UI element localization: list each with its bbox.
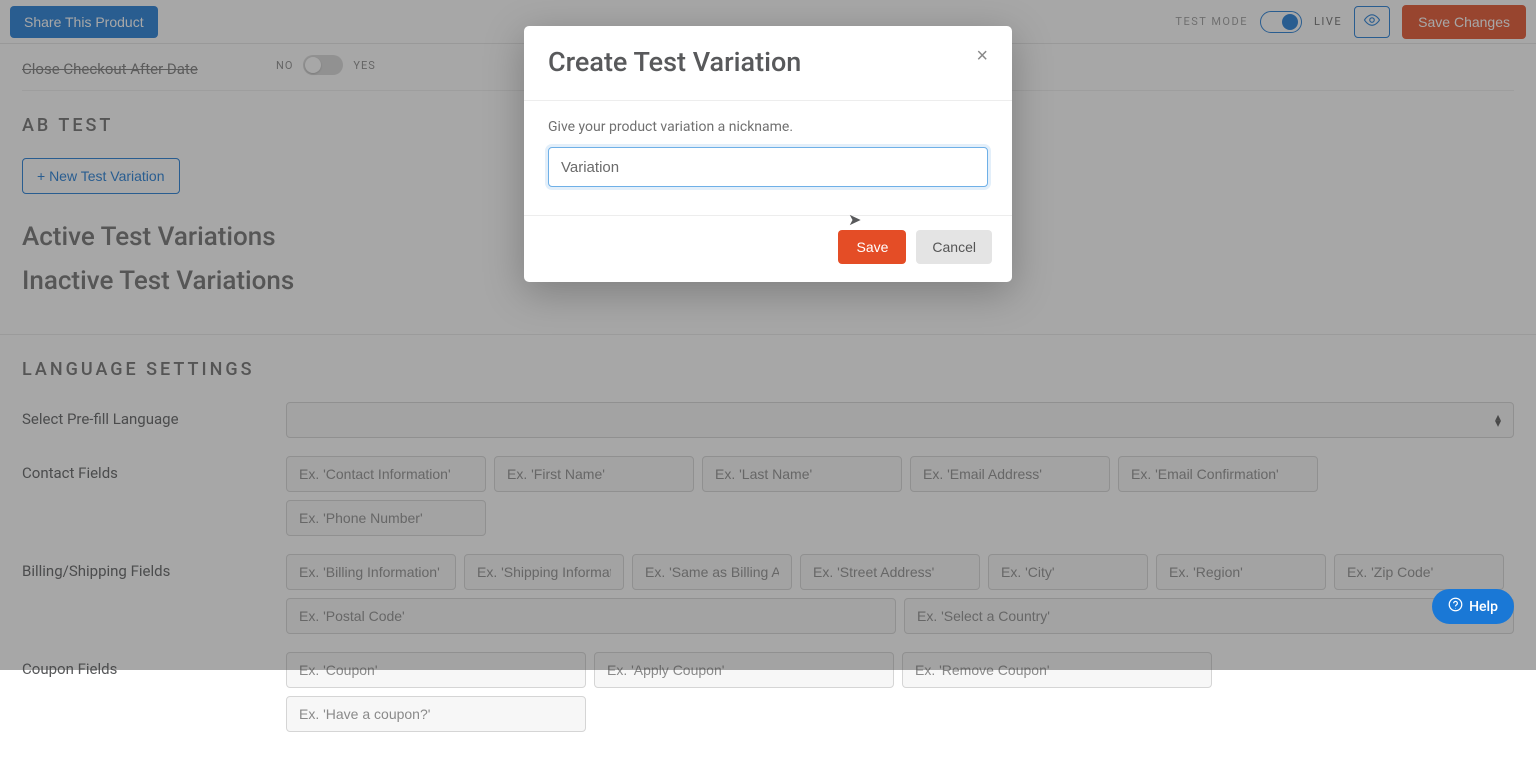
modal-close-button[interactable]: × xyxy=(976,46,988,66)
modal-hint: Give your product variation a nickname. xyxy=(548,119,988,135)
modal-cancel-button[interactable]: Cancel xyxy=(916,230,992,264)
modal-header: Create Test Variation × xyxy=(524,26,1012,101)
help-button[interactable]: Help xyxy=(1432,589,1514,624)
close-icon: × xyxy=(976,45,988,67)
variation-name-input[interactable] xyxy=(548,147,988,187)
modal-save-button[interactable]: Save xyxy=(838,230,906,264)
help-label: Help xyxy=(1469,599,1498,615)
modal-title: Create Test Variation xyxy=(548,46,801,78)
help-icon xyxy=(1448,597,1463,616)
modal-body: Give your product variation a nickname. xyxy=(524,101,1012,215)
modal-overlay[interactable]: Create Test Variation × Give your produc… xyxy=(0,0,1536,670)
modal-footer: Save Cancel xyxy=(524,215,1012,282)
have-coupon-input[interactable] xyxy=(286,696,586,732)
create-variation-modal: Create Test Variation × Give your produc… xyxy=(524,26,1012,282)
